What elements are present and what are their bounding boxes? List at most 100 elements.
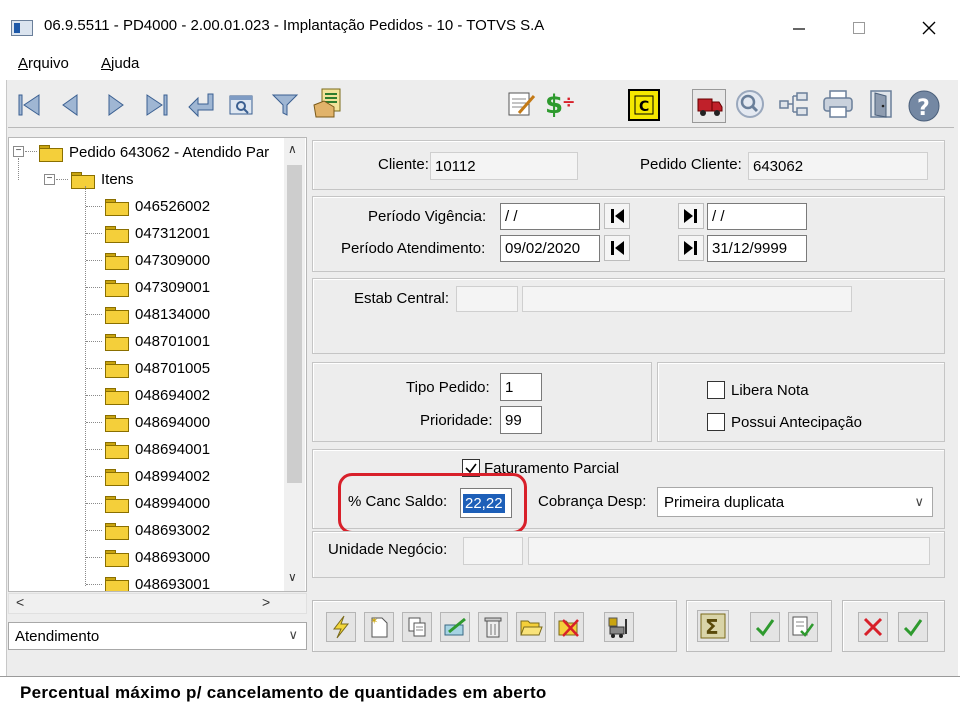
tree-group-label: Itens xyxy=(101,170,134,188)
svg-text:✶: ✶ xyxy=(370,616,378,627)
delete-record-button[interactable] xyxy=(478,612,508,642)
prioridade-label: Prioridade: xyxy=(420,412,493,429)
edit-record-button[interactable] xyxy=(440,612,470,642)
approve-list-button[interactable] xyxy=(788,612,818,642)
tipo-pedido-field[interactable]: 1 xyxy=(500,373,542,401)
unidade-negocio-label: Unidade Negócio: xyxy=(328,541,448,558)
scroll-left-icon[interactable]: < xyxy=(16,594,24,610)
delivery-truck-button[interactable] xyxy=(692,89,726,123)
approve-button[interactable] xyxy=(750,612,780,642)
tree-item[interactable]: 047309001 xyxy=(105,276,210,298)
menu-arquivo[interactable]: Arquivo xyxy=(18,55,69,72)
menu-ajuda[interactable]: Ajuda xyxy=(101,55,139,72)
tree-item[interactable]: 048701001 xyxy=(105,330,210,352)
scroll-down-icon[interactable]: ∨ xyxy=(288,570,297,584)
tree-scroll-thumb[interactable] xyxy=(287,165,302,483)
cobranca-desp-select[interactable]: Primeira duplicata ∨ xyxy=(657,487,933,517)
chevron-down-icon: ∨ xyxy=(914,494,924,509)
first-record-button[interactable] xyxy=(14,90,44,120)
previous-record-button[interactable] xyxy=(56,90,86,120)
report-button[interactable] xyxy=(312,88,342,118)
lightning-action-button[interactable] xyxy=(326,612,356,642)
libera-nota-box xyxy=(707,381,725,399)
copy-document-icon xyxy=(408,617,426,637)
estab-central-desc-field[interactable] xyxy=(522,286,852,312)
structure-button[interactable] xyxy=(776,89,812,119)
next-record-button[interactable] xyxy=(100,90,130,120)
folder-cross-icon xyxy=(558,619,579,637)
open-folder-button[interactable] xyxy=(516,612,546,642)
tree-item-label: 048994000 xyxy=(135,494,211,512)
finance-button[interactable]: $ ÷ xyxy=(542,88,576,119)
prioridade-field[interactable]: 99 xyxy=(500,406,542,434)
dollar-sign-icon: $÷ xyxy=(545,90,575,119)
edit-document-button[interactable] xyxy=(504,88,538,118)
vigencia-start-first-button[interactable] xyxy=(604,203,630,229)
search-button[interactable] xyxy=(228,90,258,120)
atendimento-end-last-button[interactable] xyxy=(678,235,704,261)
new-document-button[interactable]: ✶ xyxy=(364,612,394,642)
ok-button[interactable] xyxy=(898,612,928,642)
folder-icon xyxy=(105,387,129,405)
vigencia-start-field[interactable]: / / xyxy=(500,203,600,230)
folder-icon xyxy=(39,144,63,162)
help-button[interactable]: ? xyxy=(906,88,942,124)
sum-button[interactable]: Σ xyxy=(697,610,729,642)
tree-item[interactable]: 047309000 xyxy=(105,249,210,271)
tree-item[interactable]: 048694002 xyxy=(105,384,210,406)
tree-line xyxy=(86,341,102,342)
folder-icon xyxy=(105,495,129,513)
shipping-button[interactable] xyxy=(604,612,634,642)
last-record-button[interactable] xyxy=(142,90,172,120)
tree-item[interactable]: 048994002 xyxy=(105,465,210,487)
tree-group-collapse[interactable]: − xyxy=(44,174,55,185)
tree-item[interactable]: 047312001 xyxy=(105,222,210,244)
libera-nota-checkbox[interactable]: Libera Nota xyxy=(707,381,809,399)
tree-item[interactable]: 046526002 xyxy=(105,195,210,217)
tree-item[interactable]: 048994000 xyxy=(105,492,210,514)
pedido-cliente-field[interactable]: 643062 xyxy=(748,152,928,180)
scroll-up-icon[interactable]: ∧ xyxy=(288,142,297,156)
exit-button[interactable] xyxy=(864,89,898,119)
unidade-negocio-code-field[interactable] xyxy=(463,537,523,565)
folder-icon xyxy=(105,522,129,540)
cancel-folder-button[interactable] xyxy=(554,612,584,642)
vigencia-label: Período Vigência: xyxy=(368,208,487,225)
minimize-button[interactable] xyxy=(776,10,822,46)
new-document-icon: ✶ xyxy=(370,616,388,638)
calendar-c-button[interactable]: C xyxy=(628,89,660,121)
vigencia-end-field[interactable]: / / xyxy=(707,203,807,230)
goto-record-button[interactable] xyxy=(186,90,216,120)
cancel-button[interactable] xyxy=(858,612,888,642)
menu-arquivo-label: rquivo xyxy=(28,55,69,72)
atendimento-start-first-button[interactable] xyxy=(604,235,630,261)
tree-item[interactable]: 048693000 xyxy=(105,546,210,568)
tree-item[interactable]: 048701005 xyxy=(105,357,210,379)
close-window-button[interactable] xyxy=(906,10,952,46)
possui-antecipacao-checkbox[interactable]: Possui Antecipação xyxy=(707,413,862,431)
vigencia-end-last-button[interactable] xyxy=(678,203,704,229)
query-button[interactable] xyxy=(732,89,768,119)
tree-root-node[interactable]: Pedido 643062 - Atendido Par xyxy=(39,141,269,163)
atendimento-start-field[interactable]: 09/02/2020 xyxy=(500,235,600,262)
tree-root-collapse[interactable]: − xyxy=(13,146,24,157)
tree-group-node[interactable]: Itens xyxy=(71,168,134,190)
estab-central-code-field[interactable] xyxy=(456,286,518,312)
atendimento-end-field[interactable]: 31/12/9999 xyxy=(707,235,807,262)
tree-item[interactable]: 048694000 xyxy=(105,411,210,433)
item-tree[interactable]: − Pedido 643062 - Atendido Par − Itens 0… xyxy=(8,137,307,592)
cliente-field[interactable]: 10112 xyxy=(430,152,578,180)
tree-item-label: 048694002 xyxy=(135,386,211,404)
copy-document-button[interactable] xyxy=(402,612,432,642)
filter-button[interactable] xyxy=(270,90,300,120)
tree-item[interactable]: 048134000 xyxy=(105,303,210,325)
unidade-negocio-desc-field[interactable] xyxy=(528,537,930,565)
scroll-right-icon[interactable]: > xyxy=(262,594,270,610)
maximize-button[interactable] xyxy=(836,10,882,46)
view-selector[interactable]: Atendimento ∨ xyxy=(8,622,307,650)
tree-item[interactable]: 048693002 xyxy=(105,519,210,541)
tree-item[interactable]: 048693001 xyxy=(105,573,210,591)
print-button[interactable] xyxy=(820,89,856,119)
tree-item[interactable]: 048694001 xyxy=(105,438,210,460)
magnifier-window-icon xyxy=(229,95,253,115)
